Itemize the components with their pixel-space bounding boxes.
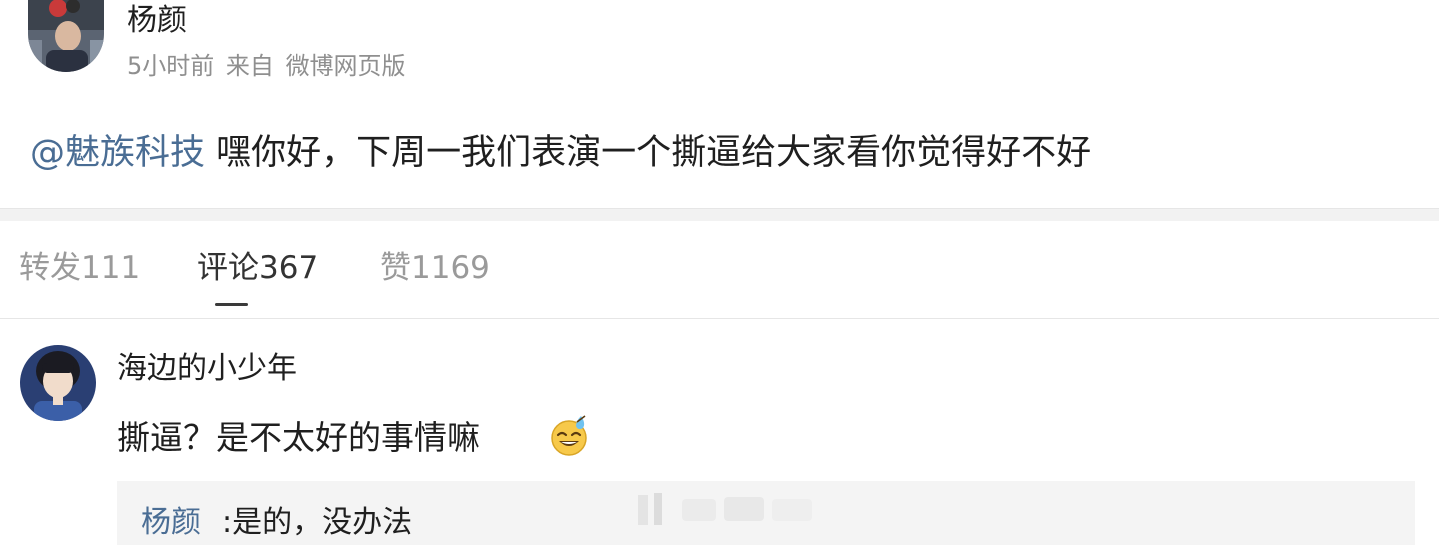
tab-likes[interactable]: 赞1169 bbox=[380, 246, 490, 290]
mention-link[interactable]: @魅族科技 bbox=[30, 133, 205, 173]
watermark-smudge bbox=[612, 489, 822, 531]
comment-text: 撕逼？是不太好的事情嘛 bbox=[117, 418, 480, 457]
post-meta: 5小时前 来自 微博网页版 bbox=[127, 51, 410, 81]
reply-author-name[interactable]: 杨颜 bbox=[141, 503, 201, 543]
comment-author-avatar[interactable] bbox=[20, 345, 96, 421]
post-author-name[interactable]: 杨颜 bbox=[127, 1, 187, 41]
post-text: @魅族科技 嘿你好，下周一我们表演一个撕逼给大家看你觉得好不好 bbox=[30, 130, 1091, 176]
tab-reposts[interactable]: 转发111 bbox=[19, 246, 140, 290]
grinning-sweat-emoji-icon bbox=[547, 412, 593, 458]
post-author-avatar[interactable] bbox=[28, 0, 104, 72]
tab-comments[interactable]: 评论367 bbox=[197, 246, 318, 290]
section-divider bbox=[0, 208, 1439, 221]
post-body: 嘿你好，下周一我们表演一个撕逼给大家看你觉得好不好 bbox=[205, 133, 1092, 173]
active-tab-indicator bbox=[215, 303, 248, 306]
comment-author-name[interactable]: 海边的小少年 bbox=[117, 349, 297, 389]
post-source[interactable]: 微博网页版 bbox=[286, 52, 406, 80]
post-time: 5小时前 bbox=[127, 52, 215, 80]
tabs-divider bbox=[0, 318, 1439, 319]
reply-text: :是的，没办法 bbox=[222, 505, 413, 540]
post-source-prefix: 来自 bbox=[225, 52, 274, 80]
